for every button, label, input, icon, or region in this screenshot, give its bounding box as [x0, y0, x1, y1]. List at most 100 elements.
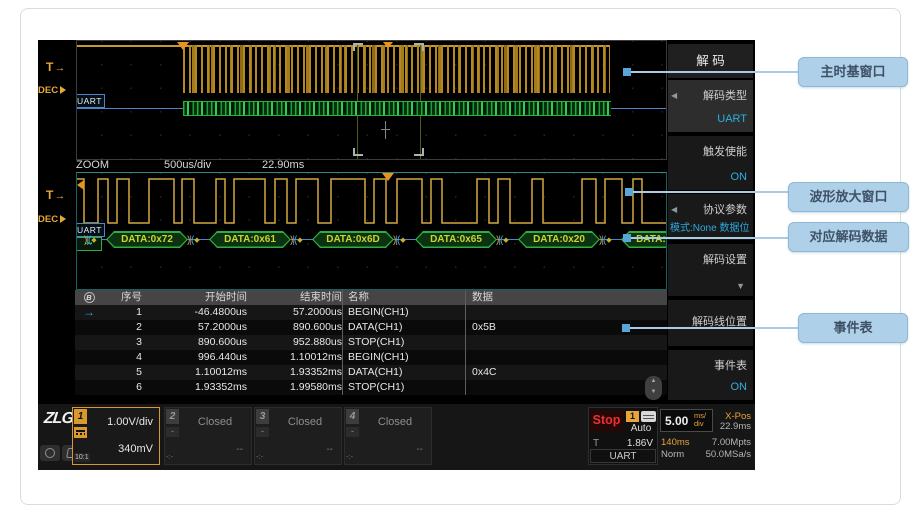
- menu-item-event-table[interactable]: 事件表 ON: [668, 350, 753, 400]
- trigger-label: T: [593, 438, 599, 449]
- menu-item-protocol-params[interactable]: ◀ 协议参数 模式:None 数据位: [668, 194, 753, 240]
- zoom-window: UART ... )|(◆ DATA:0x72 )|(◆ DATA:0x61 )…: [76, 172, 667, 290]
- record-length-points: 7.00Mpts: [712, 437, 751, 448]
- decode-data-strip: [183, 101, 611, 116]
- zoom-label: ZOOM: [76, 159, 109, 171]
- callout-marker: [625, 188, 633, 196]
- menu-item-trigger-enable[interactable]: 触发使能 ON: [668, 136, 753, 190]
- probe-placeholder: -:-: [346, 452, 353, 461]
- callout-line: [631, 71, 798, 73]
- channel-4-status: Closed: [359, 416, 431, 428]
- submenu-arrow-icon: ◀: [671, 205, 677, 214]
- channel-4-badge: 4: [346, 409, 359, 424]
- trigger-type: UART: [590, 449, 656, 463]
- table-scrollbar[interactable]: ▲ ▼: [645, 376, 662, 400]
- submenu-arrow-icon: ◀: [671, 91, 677, 100]
- callout-marker: [622, 324, 630, 332]
- timebase-unit: ms/ div: [694, 412, 706, 428]
- decode-byte: DATA:0x20: [518, 231, 600, 248]
- oscilloscope-screen: T→ DEC T→ DEC UART ZOOM 500us/div 22.90m…: [38, 40, 755, 470]
- probe-ratio: 10:1: [74, 453, 90, 462]
- decode-byte: DATA:0x65: [415, 231, 497, 248]
- table-row[interactable]: 3890.600us 952.880usSTOP(CH1): [75, 335, 667, 350]
- frame-marks: )|(◆: [393, 233, 405, 247]
- zoom-region-bracket-tr: [414, 43, 424, 51]
- channel-2-badge: 2: [166, 409, 179, 424]
- zoom-decode-label: DEC: [38, 214, 70, 225]
- coupling-placeholder: -: [256, 427, 269, 437]
- zoom-scale: 500us/div: [164, 159, 211, 171]
- table-row[interactable]: 61.93352ms 1.99580msSTOP(CH1): [75, 380, 667, 395]
- frame-marks: )|(◆: [84, 233, 96, 247]
- offset-placeholder: --: [326, 444, 333, 455]
- bus-label: UART: [76, 94, 105, 108]
- channel-2-box[interactable]: 2 - -:- Closed --: [164, 407, 252, 465]
- page: T→ DEC T→ DEC UART ZOOM 500us/div 22.90m…: [0, 0, 922, 517]
- trigger-level: 1.86V: [627, 438, 653, 449]
- touch-icon[interactable]: [40, 445, 60, 461]
- zoom-region-center-cross: [381, 129, 390, 130]
- decode-byte: DATA:0x61: [209, 231, 291, 248]
- callout-line: [633, 191, 788, 193]
- status-bar: ZLG ® 1 10:1 1.00V/div 340mV 2 - -:- Clo…: [38, 403, 755, 470]
- zoom-region-bracket-tl: [353, 43, 363, 51]
- decode-byte: DATA:0x72: [106, 231, 188, 248]
- menu-item-decode-type[interactable]: ◀ 解码类型 UART: [668, 80, 753, 132]
- trigger-status-cluster: Stop 1 Auto T 1.86V UART: [588, 407, 658, 465]
- zoom-trigger-label: T→: [46, 188, 65, 202]
- zoom-trigger-marker[interactable]: [382, 173, 394, 181]
- menu-item-decode-settings[interactable]: 解码设置 ▼: [668, 244, 753, 296]
- channel-3-badge: 3: [256, 409, 269, 424]
- scroll-down-icon[interactable]: ▼: [645, 387, 662, 398]
- channel-1-box[interactable]: 1 10:1 1.00V/div 340mV: [72, 407, 160, 465]
- timebase-value: 5.00: [665, 414, 688, 428]
- channel-1-offset: 340mV: [118, 443, 153, 455]
- zoom-center-marker[interactable]: [383, 42, 393, 48]
- frame-marks: )|(◆: [599, 233, 611, 247]
- uart-signal-burst: [183, 45, 610, 93]
- channel-2-status: Closed: [179, 416, 251, 428]
- acquire-mode: Norm: [661, 449, 684, 460]
- xpos-value: 22.9ms: [709, 421, 751, 432]
- main-decode-label: DEC: [38, 85, 70, 96]
- trigger-source-badge: 1: [626, 411, 639, 422]
- table-row[interactable]: 51.10012ms 1.93352msDATA(CH1) 0x4C: [75, 365, 667, 380]
- probe-placeholder: -:-: [256, 452, 263, 461]
- frame-marks: )|(◆: [187, 233, 199, 247]
- sample-rate: 50.0MSa/s: [706, 449, 751, 460]
- dc-coupling-icon: [74, 427, 87, 438]
- decode-arrow-icon: [60, 86, 70, 94]
- main-timebase-window: UART: [76, 40, 667, 160]
- table-row[interactable]: → 1-46.4800us 57.2000usBEGIN(CH1): [75, 305, 667, 320]
- run-state-badge[interactable]: Stop: [590, 410, 623, 431]
- event-table-header: B 序号 开始时间 结束时间 名称 数据: [75, 290, 667, 305]
- zoom-offset: 22.90ms: [262, 159, 304, 171]
- coupling-placeholder: -: [166, 427, 179, 437]
- callout-main-timebase-window: 主时基窗口: [798, 57, 908, 87]
- channel-3-box[interactable]: 3 - -:- Closed --: [254, 407, 342, 465]
- callout-marker: [623, 234, 631, 242]
- callout-decode-data: 对应解码数据: [788, 222, 909, 252]
- bus-icon: B: [84, 292, 95, 303]
- callout-line: [630, 327, 798, 329]
- decode-menu: 解 码 ◀ 解码类型 UART 触发使能 ON ◀ 协议参数 模式:None 数…: [668, 40, 755, 403]
- zoom-region-center-tick: [385, 121, 386, 139]
- table-row[interactable]: 4996.440us 1.10012msBEGIN(CH1): [75, 350, 667, 365]
- timebase-box[interactable]: 5.00 ms/ div: [660, 409, 713, 432]
- timebase-cluster: 5.00 ms/ div X-Pos 22.9ms 140ms 7.00Mpts…: [659, 407, 753, 465]
- trigger-position-marker[interactable]: [177, 42, 189, 50]
- table-row[interactable]: 257.2000us 890.600usDATA(CH1) 0x5B: [75, 320, 667, 335]
- callout-event-table: 事件表: [798, 313, 908, 343]
- main-trigger-label: T→: [46, 60, 65, 74]
- frame-marks: )|(◆: [290, 233, 302, 247]
- frame-marks: )|(◆: [496, 233, 508, 247]
- trigger-mode: Auto: [625, 423, 657, 434]
- zoom-region-bracket-bl: [353, 148, 363, 156]
- event-table: B 序号 开始时间 结束时间 名称 数据 → 1-46.4800us 57.20…: [75, 290, 667, 396]
- left-edge-marker: [77, 180, 84, 190]
- menu-item-decode-line-position[interactable]: 解码线位置: [668, 300, 753, 346]
- channel-4-box[interactable]: 4 - -:- Closed --: [344, 407, 432, 465]
- callout-zoom-window: 波形放大窗口: [788, 182, 909, 212]
- scroll-up-icon[interactable]: ▲: [645, 376, 662, 387]
- channel-3-status: Closed: [269, 416, 341, 428]
